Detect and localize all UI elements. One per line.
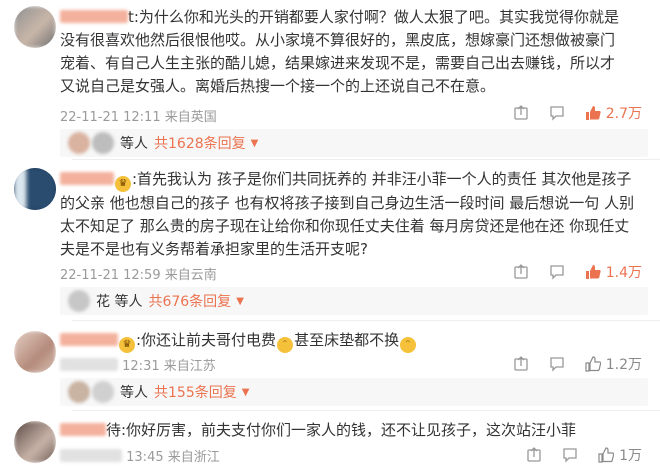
comment-meta: 22-11-21 12:59 来自云南 [60, 268, 217, 283]
comment-meta: 13:45 来自浙江 [60, 446, 220, 465]
comment-icon[interactable] [549, 105, 565, 121]
thumb-up-icon [585, 106, 601, 120]
comment-icon[interactable] [549, 264, 565, 280]
replies-prefix: 等人 [120, 385, 148, 401]
reply-avatars [68, 132, 114, 154]
comment-item: t:为什么你和光头的开销都要人家付啊？做人太狠了吧。其实我觉得你就是没有很喜欢他… [0, 0, 660, 157]
chevron-down-icon: ▼ [236, 295, 244, 307]
comment-actions: 2.7万 [513, 103, 642, 123]
chevron-down-icon: ▼ [250, 137, 259, 149]
nickname[interactable] [60, 333, 118, 346]
comment-item: ♛:你还让前夫哥付电费 ᵔ 甚至床垫都不换 ᵔ 12:31 来自江苏 1.2万 等人 … [0, 321, 660, 411]
replies-prefix: 等人 [120, 136, 148, 152]
cat-emoji-icon: ᵔ [400, 337, 417, 353]
comment-item: ♛:首先我认为 孩子是你们共同抚养的 并非汪小菲一个人的责任 其次他是孩子的父亲… [0, 160, 660, 320]
replies-count: 共155条回复 [154, 385, 237, 401]
like-count: 2.7万 [605, 106, 642, 122]
replies-count: 共1628条回复 [154, 136, 246, 152]
nickname[interactable] [60, 172, 114, 185]
reply-avatars [68, 381, 114, 403]
cat-emoji-icon: ᵔ [277, 337, 294, 353]
thumb-up-icon [598, 447, 615, 463]
avatar[interactable] [14, 168, 56, 210]
chevron-down-icon: ▼ [241, 386, 250, 398]
replies-prefix: 花 等人 [96, 294, 143, 310]
comment-actions: 1万 [526, 445, 642, 465]
comment-actions: 1.4万 [513, 262, 642, 282]
nickname[interactable] [60, 10, 128, 23]
comment-actions: 1.2万 [513, 354, 642, 374]
comment-text: ♛:你还让前夫哥付电费 ᵔ 甚至床垫都不换 ᵔ [60, 329, 640, 353]
comment-meta: 22-11-21 12:11 来自英国 [60, 110, 217, 125]
avatar[interactable] [14, 331, 56, 373]
like-count: 1.2万 [605, 357, 642, 373]
replies-link[interactable]: 花 等人 共676条回复 ▼ [60, 287, 648, 315]
thumb-up-icon [585, 265, 601, 279]
replies-link[interactable]: 等人 共1628条回复 ▼ [60, 129, 648, 157]
like-count: 1.4万 [605, 265, 642, 281]
comment-text: ♛:首先我认为 孩子是你们共同抚养的 并非汪小菲一个人的责任 其次他是孩子的父亲… [60, 170, 635, 258]
share-icon[interactable] [513, 105, 529, 121]
like-button[interactable]: 1.4万 [585, 262, 642, 282]
avatar[interactable] [14, 421, 56, 463]
share-icon[interactable] [513, 356, 529, 372]
like-button[interactable]: 1万 [598, 445, 642, 465]
replies-link[interactable]: 等人 共155条回复 ▼ [60, 378, 648, 406]
thumb-up-icon [585, 356, 601, 372]
share-icon[interactable] [526, 447, 542, 463]
replies-count: 共676条回复 [148, 294, 232, 310]
crown-icon: ♛ [119, 337, 135, 353]
comment-icon[interactable] [549, 356, 565, 372]
comment-meta: 12:31 来自江苏 [60, 355, 216, 374]
nickname[interactable] [60, 423, 106, 436]
comment-text: 待:你好厉害，前夫支付你们一家人的钱，还不让见孩子，这次站汪小菲 [60, 419, 640, 442]
crown-icon: ♛ [115, 176, 131, 192]
comment-text: t:为什么你和光头的开销都要人家付啊？做人太狠了吧。其实我觉得你就是没有很喜欢他… [60, 8, 619, 95]
like-button[interactable]: 2.7万 [585, 103, 642, 123]
avatar[interactable] [14, 6, 56, 48]
comment-icon[interactable] [562, 447, 578, 463]
like-count: 1万 [619, 448, 642, 464]
comment-item: 待:你好厉害，前夫支付你们一家人的钱，还不让见孩子，这次站汪小菲 13:45 来… [0, 411, 660, 469]
like-button[interactable]: 1.2万 [585, 354, 642, 374]
share-icon[interactable] [513, 264, 529, 280]
reply-avatars [68, 290, 90, 312]
